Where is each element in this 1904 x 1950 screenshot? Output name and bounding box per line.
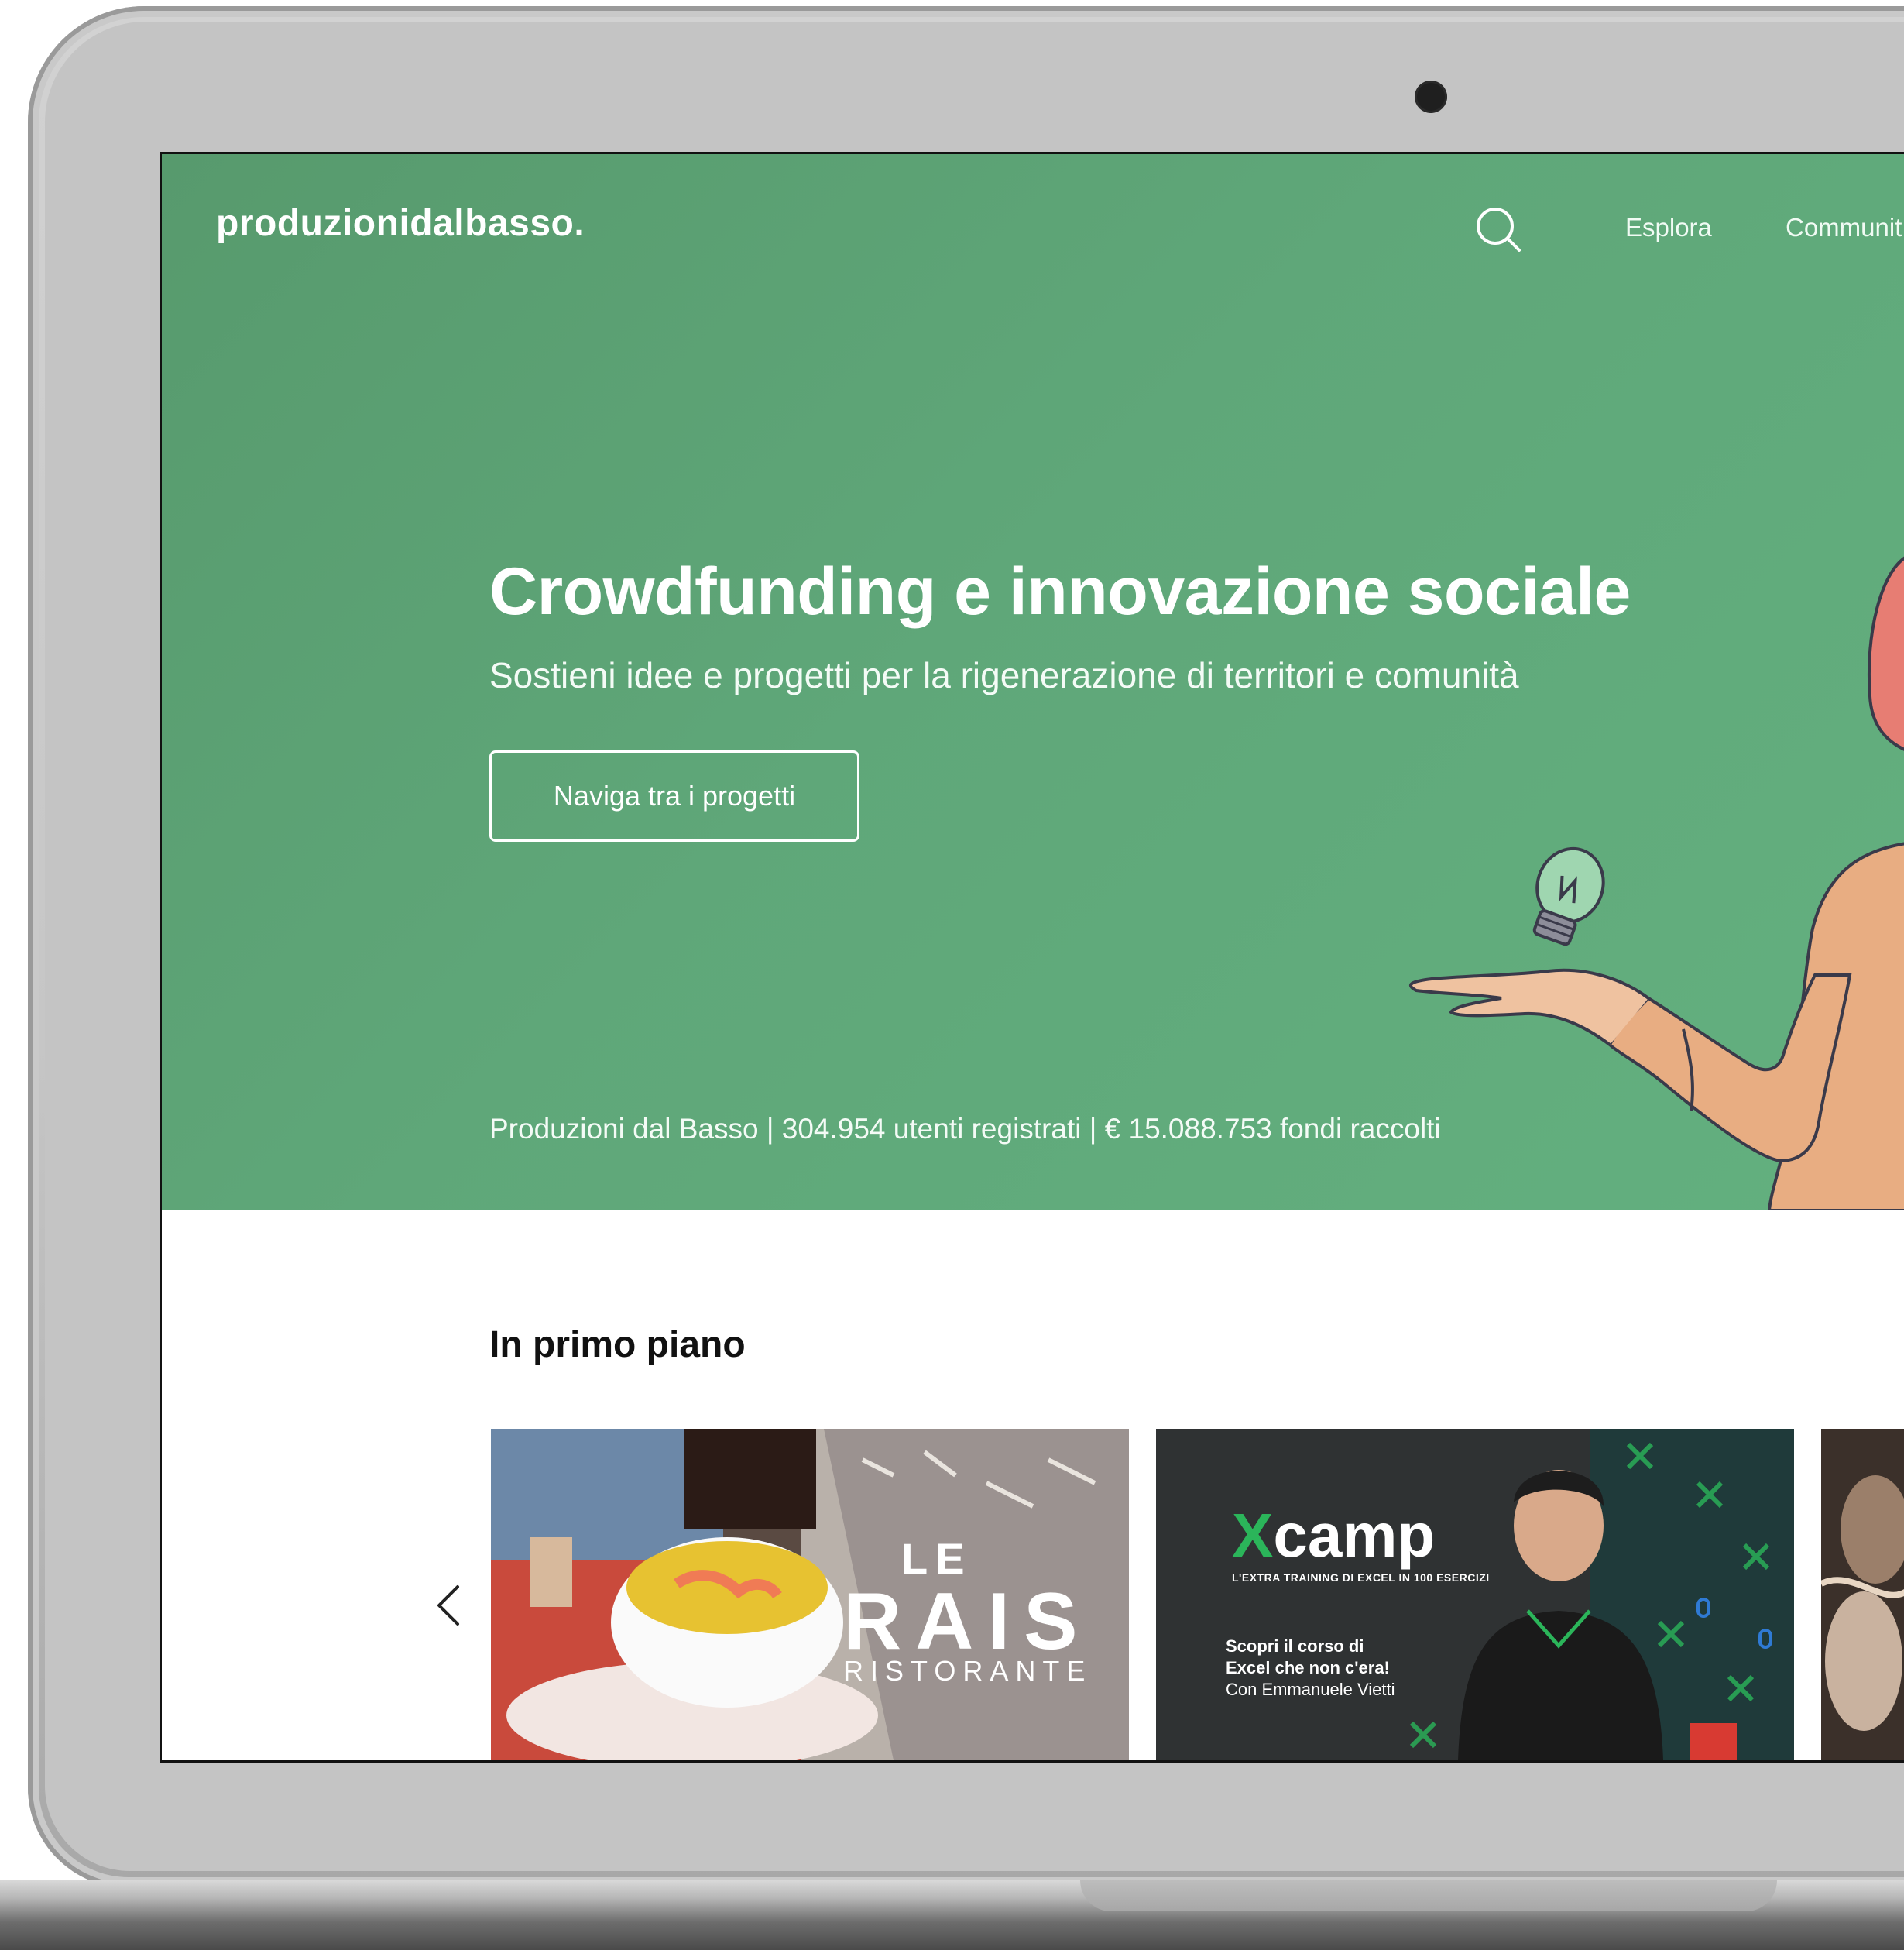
woman-lightbulb-illustration xyxy=(1409,556,1904,1210)
featured-project-card[interactable] xyxy=(1821,1429,1904,1760)
card-text-line1: Scopri il corso di xyxy=(1226,1636,1364,1656)
xcamp-logo-word: camp xyxy=(1273,1501,1436,1570)
card-text-line2: Excel che non c'era! xyxy=(1226,1658,1390,1677)
xcamp-promo-image xyxy=(1156,1429,1794,1760)
card-text-line3: Con Emmanuele Vietti xyxy=(1226,1680,1395,1699)
site-logo[interactable]: produzionidalbasso. xyxy=(216,202,585,245)
nav-link-community[interactable]: Communit xyxy=(1786,213,1902,242)
chevron-left-icon[interactable] xyxy=(433,1582,464,1629)
browser-screen: produzionidalbasso. Esplora Communit Cro… xyxy=(160,152,1904,1763)
xcamp-tagline: L'EXTRA TRAINING DI EXCEL IN 100 ESERCIZ… xyxy=(1232,1571,1490,1584)
project-image xyxy=(1821,1429,1904,1760)
featured-project-card[interactable]: Xcamp L'EXTRA TRAINING DI EXCEL IN 100 E… xyxy=(1156,1429,1794,1760)
featured-project-card[interactable]: LE RAIS RISTORANTE xyxy=(491,1429,1129,1760)
webcam xyxy=(1415,81,1447,113)
browse-projects-button[interactable]: Naviga tra i progetti xyxy=(489,750,859,842)
featured-section-title: In primo piano xyxy=(489,1324,746,1365)
xcamp-logo: Xcamp xyxy=(1232,1500,1435,1571)
xcamp-logo-x: X xyxy=(1232,1501,1274,1570)
hero-banner: produzionidalbasso. Esplora Communit Cro… xyxy=(162,154,1904,1210)
laptop-notch xyxy=(1080,1880,1777,1911)
hero-subtitle: Sostieni idee e progetti per la rigenera… xyxy=(489,655,1519,695)
card-title-line3: RISTORANTE xyxy=(843,1655,1093,1687)
nav-link-esplora[interactable]: Esplora xyxy=(1625,213,1712,242)
platform-stats: Produzioni dal Basso | 304.954 utenti re… xyxy=(489,1113,1441,1145)
search-icon[interactable] xyxy=(1474,205,1522,253)
